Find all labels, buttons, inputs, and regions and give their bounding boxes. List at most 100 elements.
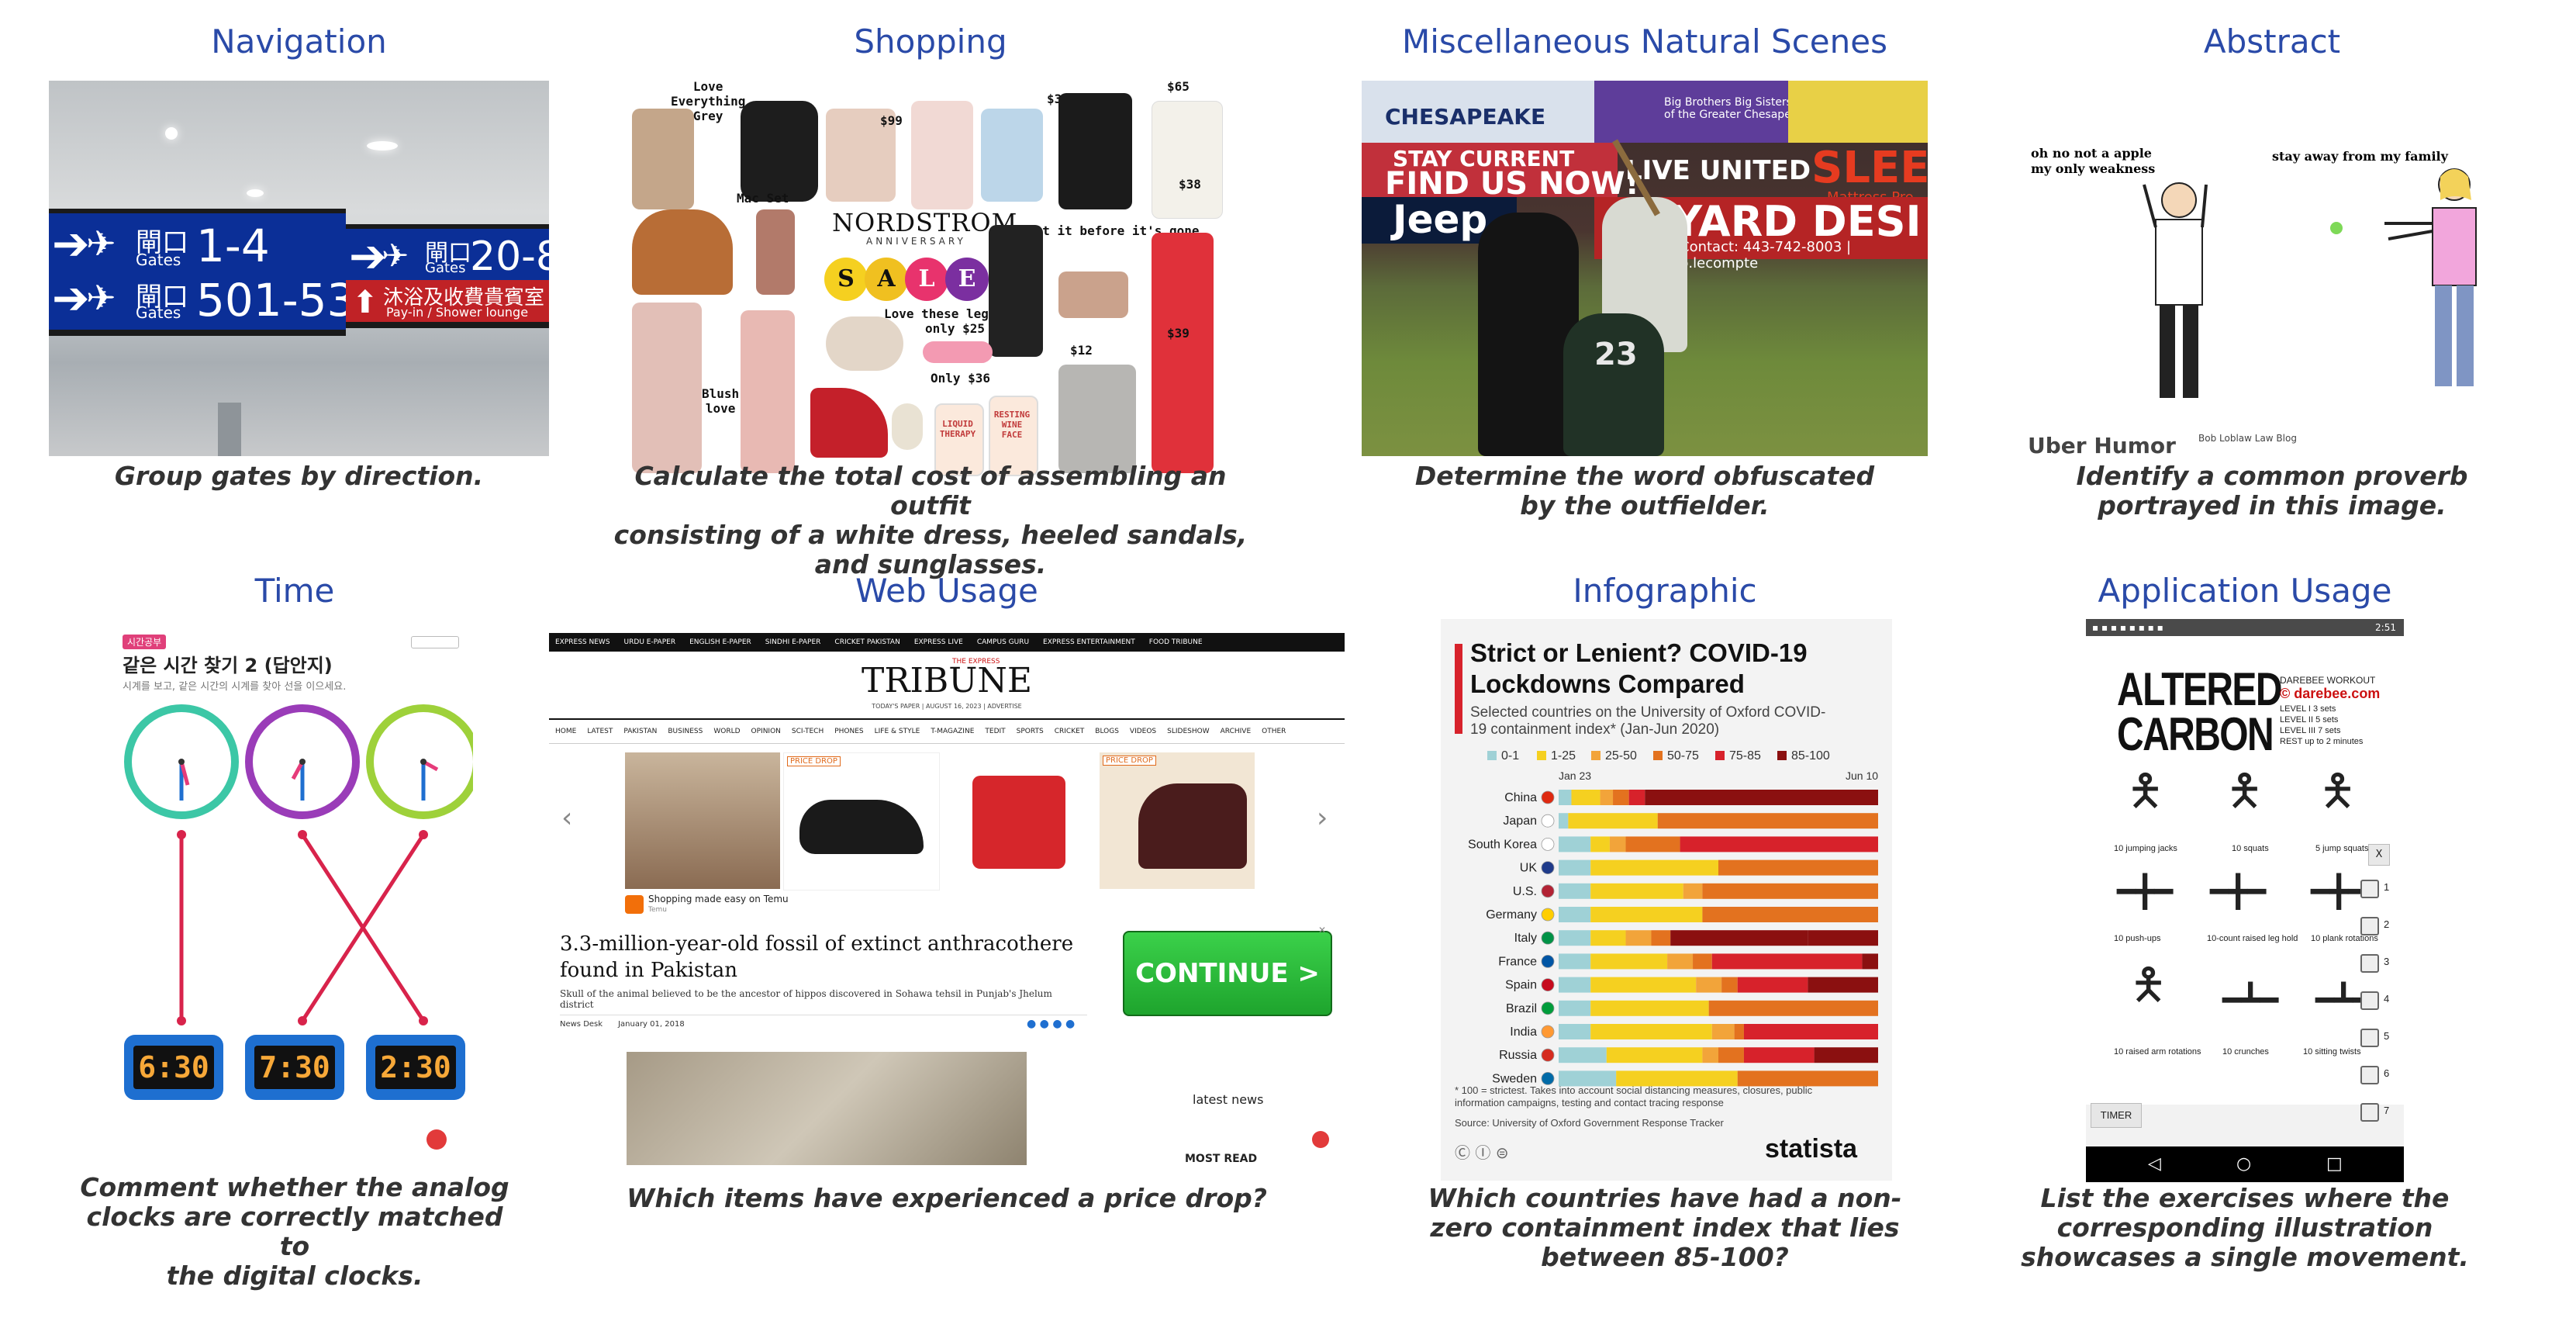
menu-item[interactable]: VIDEOS bbox=[1130, 728, 1156, 735]
carousel-next-icon[interactable]: › bbox=[1317, 802, 1328, 834]
bar-segment bbox=[1808, 977, 1878, 993]
top-nav-item[interactable]: URDU E-PAPER bbox=[624, 638, 676, 646]
ad-carousel[interactable]: PRICE DROP PRICE DROP bbox=[625, 752, 1266, 891]
legend-item: 1-25 bbox=[1537, 749, 1576, 763]
menu-item[interactable]: T-MAGAZINE bbox=[931, 728, 974, 735]
checkbox[interactable] bbox=[2360, 880, 2379, 898]
legend-swatch bbox=[1653, 751, 1663, 760]
menu-item[interactable]: LATEST bbox=[587, 728, 613, 735]
bar-segment bbox=[1559, 859, 1591, 876]
share-icons[interactable]: ● ● ● ● bbox=[1027, 1018, 1075, 1030]
anniversary-label: ANNIVERSARY bbox=[866, 236, 966, 247]
bar-segment bbox=[1559, 953, 1591, 970]
exercise-figure-icon: ━╋━ bbox=[2311, 874, 2367, 910]
flag-icon bbox=[1541, 838, 1555, 851]
menu-item[interactable]: LIFE & STYLE bbox=[875, 728, 920, 735]
top-nav-item[interactable]: EXPRESS NEWS bbox=[555, 638, 610, 646]
article-author[interactable]: News Desk bbox=[560, 1020, 603, 1029]
makeup bbox=[756, 209, 795, 295]
infographic-card: Strict or Lenient? COVID-19 Lockdowns Co… bbox=[1441, 619, 1892, 1181]
notification-icon[interactable] bbox=[1312, 1131, 1329, 1148]
checkbox[interactable] bbox=[2360, 954, 2379, 973]
card-abstract: Abstract oh no not a apple my only weakn… bbox=[2005, 22, 2540, 520]
clutch bbox=[826, 316, 903, 371]
menu-item[interactable]: TEDIT bbox=[985, 728, 1005, 735]
close-overlay-button[interactable]: X bbox=[2368, 844, 2390, 866]
menu-item[interactable]: PHONES bbox=[834, 728, 863, 735]
legend-swatch bbox=[1777, 751, 1787, 760]
menu-item[interactable]: ARCHIVE bbox=[1221, 728, 1252, 735]
menu-item[interactable]: CRICKET bbox=[1055, 728, 1085, 735]
bar-segment bbox=[1814, 1047, 1878, 1063]
ad-product-shoe[interactable]: PRICE DROP bbox=[783, 752, 940, 891]
checkbox[interactable] bbox=[2360, 1029, 2379, 1047]
article-meta: News Desk January 01, 2018 bbox=[560, 1015, 1087, 1029]
bar-segment bbox=[1559, 836, 1591, 852]
recents-icon[interactable]: □ bbox=[2326, 1146, 2343, 1182]
jersey-number: 23 bbox=[1594, 337, 1638, 372]
ad-product-loafer[interactable]: PRICE DROP bbox=[1100, 752, 1255, 889]
top-nav-item[interactable]: CRICKET PAKISTAN bbox=[834, 638, 900, 646]
matching-lines bbox=[177, 830, 428, 1025]
bar-segment bbox=[1559, 977, 1591, 993]
menu-item[interactable]: OTHER bbox=[1262, 728, 1286, 735]
ad-product-dress[interactable] bbox=[625, 752, 780, 889]
top-nav-item[interactable]: EXPRESS LIVE bbox=[914, 638, 963, 646]
menu-item[interactable]: HOME bbox=[555, 728, 576, 735]
exercise-label: 5 jump squats bbox=[2315, 844, 2369, 853]
bar-segment bbox=[1711, 1024, 1735, 1039]
checkbox[interactable] bbox=[2360, 917, 2379, 935]
checkbox-label: 2 bbox=[2384, 918, 2390, 930]
bar-segment bbox=[1606, 1047, 1703, 1063]
brown-purse bbox=[632, 209, 733, 295]
top-nav-item[interactable]: EXPRESS ENTERTAINMENT bbox=[1043, 638, 1135, 646]
close-ad-icon[interactable]: ✕ bbox=[1318, 925, 1326, 935]
article-date: January 01, 2018 bbox=[618, 1020, 685, 1029]
category-title: Navigation bbox=[211, 22, 387, 61]
digital-clock: 6:30 bbox=[124, 1035, 223, 1100]
temu-ad-text[interactable]: Shopping made easy on Temu bbox=[648, 894, 789, 904]
continue-button[interactable]: CONTINUE > bbox=[1123, 931, 1332, 1016]
digital-time: 2:30 bbox=[375, 1046, 456, 1089]
checkbox[interactable] bbox=[2360, 1103, 2379, 1122]
top-nav-item[interactable]: CAMPUS GURU bbox=[977, 638, 1029, 646]
top-nav-item[interactable]: SINDHI E-PAPER bbox=[765, 638, 821, 646]
top-nav-item[interactable]: FOOD TRIBUNE bbox=[1149, 638, 1203, 646]
menu-item[interactable]: SPORTS bbox=[1017, 728, 1044, 735]
backpack bbox=[741, 101, 818, 202]
article-headline[interactable]: 3.3-million-year-old fossil of extinct a… bbox=[560, 931, 1087, 984]
menu-item[interactable]: BLOGS bbox=[1095, 728, 1119, 735]
top-nav-item[interactable]: ENGLISH E-PAPER bbox=[689, 638, 751, 646]
checkbox[interactable] bbox=[2360, 991, 2379, 1010]
category-caption: Determine the word obfuscated by the out… bbox=[1414, 461, 1875, 520]
ad-product-jumpstarter[interactable] bbox=[941, 752, 1096, 889]
menu-item[interactable]: PAKISTAN bbox=[623, 728, 657, 735]
bar-segment bbox=[1708, 1000, 1878, 1016]
card-navigation: Navigation ➔ ✈ 閘口 Gates 1-4 ➔ ✈ 閘口 Gates… bbox=[49, 22, 549, 503]
back-icon[interactable]: ◁ bbox=[2148, 1146, 2161, 1182]
ad-text: CHESAPEAKE bbox=[1385, 104, 1546, 130]
bar-segment bbox=[1683, 883, 1703, 899]
home-icon[interactable]: ○ bbox=[2236, 1146, 2251, 1182]
flats bbox=[1058, 271, 1128, 318]
exercise-label: 10 crunches bbox=[2222, 1047, 2269, 1057]
bar-segment bbox=[1702, 1047, 1718, 1063]
country-label: Spain bbox=[1505, 979, 1537, 992]
price-drop-badge: PRICE DROP bbox=[787, 756, 841, 766]
sign-gates: Gates bbox=[136, 303, 181, 322]
menu-item[interactable]: BUSINESS bbox=[668, 728, 703, 735]
most-read-label: MOST READ bbox=[1185, 1153, 1258, 1165]
infographic-subtitle: Selected countries on the University of … bbox=[1470, 704, 1826, 738]
catcher bbox=[1563, 313, 1664, 456]
bar-segment bbox=[1559, 907, 1591, 922]
menu-item[interactable]: SCI-TECH bbox=[792, 728, 824, 735]
menu-item[interactable]: OPINION bbox=[751, 728, 781, 735]
menu-item[interactable]: SLIDESHOW bbox=[1167, 728, 1209, 735]
bar-segment bbox=[1696, 977, 1722, 993]
carousel-prev-icon[interactable]: ‹ bbox=[561, 802, 572, 834]
white-dress bbox=[1152, 101, 1223, 219]
timer-button[interactable]: TIMER bbox=[2091, 1103, 2142, 1128]
masthead[interactable]: TRIBUNE bbox=[549, 661, 1345, 700]
menu-item[interactable]: WORLD bbox=[713, 728, 740, 735]
checkbox[interactable] bbox=[2360, 1066, 2379, 1084]
